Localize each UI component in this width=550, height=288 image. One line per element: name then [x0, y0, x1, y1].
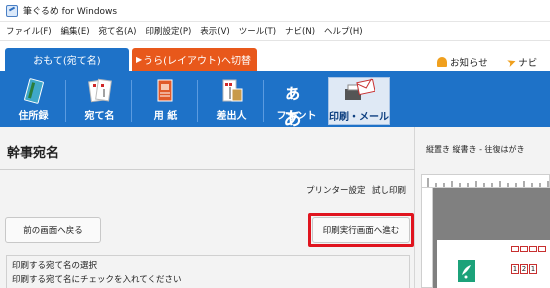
section-description: 印刷する宛て名にチェックを入れてください	[12, 275, 182, 285]
next-button[interactable]: 印刷実行画面へ進む	[312, 217, 410, 243]
toolbar-address[interactable]: 宛て名	[71, 77, 128, 125]
bell-icon	[437, 57, 447, 67]
window-title: 筆ぐるめ for Windows	[23, 7, 118, 17]
menu-print-settings[interactable]: 印刷設定(P)	[146, 25, 192, 37]
tab-back-layout[interactable]: ▶ うら(レイアウト)へ切替	[132, 48, 257, 71]
zip-digit: 1	[511, 264, 519, 274]
toolbar-address-book[interactable]: 住所録	[5, 77, 62, 125]
zip-digit: 1	[529, 264, 537, 274]
menu-tools[interactable]: ツール(T)	[239, 25, 276, 37]
news-link[interactable]: お知らせ	[437, 55, 488, 69]
back-button[interactable]: 前の画面へ戻る	[5, 217, 101, 243]
zip-box-top	[529, 246, 537, 252]
zip-box-top	[511, 246, 519, 252]
main-panel: 幹事宛名 プリンター設定 試し印刷 前の画面へ戻る 印刷実行画面へ進む 印刷する…	[0, 127, 415, 288]
tab-front-address[interactable]: おもて(宛て名)	[5, 48, 129, 71]
menu-bar: ファイル(F) 編集(E) 宛て名(A) 印刷設定(P) 表示(V) ツール(T…	[0, 22, 550, 41]
address-card-icon	[84, 77, 116, 105]
menu-edit[interactable]: 編集(E)	[61, 25, 90, 37]
app-icon	[6, 4, 18, 17]
back-button-label: 前の画面へ戻る	[23, 226, 83, 236]
address-selection-group: 印刷する宛て名の選択 印刷する宛て名にチェックを入れてください	[6, 255, 410, 288]
preview-title: 縦置き 縦書き - 往復はがき	[426, 145, 525, 154]
preview-panel: 縦置き 縦書き - 往復はがき 1 2 1	[415, 127, 550, 288]
toolbar-divider	[197, 80, 198, 122]
toolbar-divider	[263, 80, 264, 122]
toolbar-address-label: 宛て名	[84, 111, 115, 122]
toolbar-sender[interactable]: 差出人	[203, 77, 260, 125]
tab-front-label: おもて(宛て名)	[33, 56, 101, 67]
news-label: お知らせ	[450, 58, 488, 69]
navi-link[interactable]: ➤ ナビ	[505, 54, 538, 70]
zip-box-top	[538, 246, 546, 252]
toolbar-print-mail-label: 印刷・メール	[329, 112, 389, 123]
section-title: 印刷する宛て名の選択	[12, 261, 98, 271]
zip-box-top	[520, 246, 528, 252]
menu-file[interactable]: ファイル(F)	[6, 25, 52, 37]
page-title: 幹事宛名	[7, 146, 60, 161]
font-icon: ぁあ	[281, 77, 313, 130]
toolbar-divider	[65, 80, 66, 122]
toolbar-paper[interactable]: 用 紙	[137, 77, 194, 125]
vertical-ruler	[421, 188, 433, 288]
toolbar-print-mail[interactable]: 印刷・メール	[328, 77, 390, 125]
zip-digit: 2	[520, 264, 528, 274]
title-bar: 筆ぐるめ for Windows	[0, 0, 550, 22]
address-book-icon	[18, 77, 50, 105]
toolbar-paper-label: 用 紙	[153, 111, 178, 122]
pointer-icon: ➤	[505, 54, 519, 70]
toolbar-divider	[131, 80, 132, 122]
toolbar-font[interactable]: ぁあ フォント	[268, 77, 325, 130]
print-mail-icon	[343, 78, 376, 106]
tab-back-label: うら(レイアウト)へ切替	[143, 56, 251, 67]
stamp-icon	[458, 260, 475, 282]
menu-help[interactable]: ヘルプ(H)	[324, 25, 363, 37]
font-icon-glyph: ぁあ	[283, 83, 302, 130]
toolbar-address-book-label: 住所録	[18, 111, 49, 122]
horizontal-ruler	[421, 174, 550, 188]
menu-address[interactable]: 宛て名(A)	[99, 25, 137, 37]
menu-view[interactable]: 表示(V)	[200, 25, 229, 37]
paper-icon	[150, 77, 182, 105]
play-arrow-icon: ▶	[136, 55, 143, 64]
main-toolbar: 住所録 宛て名 用 紙 差出人 ぁあ フォント 印刷・メール	[0, 74, 550, 130]
navi-label: ナビ	[518, 58, 538, 69]
next-button-label: 印刷実行画面へ進む	[322, 226, 400, 236]
printer-settings-link[interactable]: プリンター設定	[306, 184, 366, 196]
toolbar-sender-label: 差出人	[216, 111, 247, 122]
side-tab-row: おもて(宛て名) ▶ うら(レイアウト)へ切替 お知らせ ➤ ナビ	[0, 41, 550, 74]
title-divider	[0, 169, 415, 170]
menu-navi[interactable]: ナビ(N)	[285, 25, 315, 37]
sender-icon	[216, 77, 248, 105]
test-print-link[interactable]: 試し印刷	[372, 184, 406, 196]
